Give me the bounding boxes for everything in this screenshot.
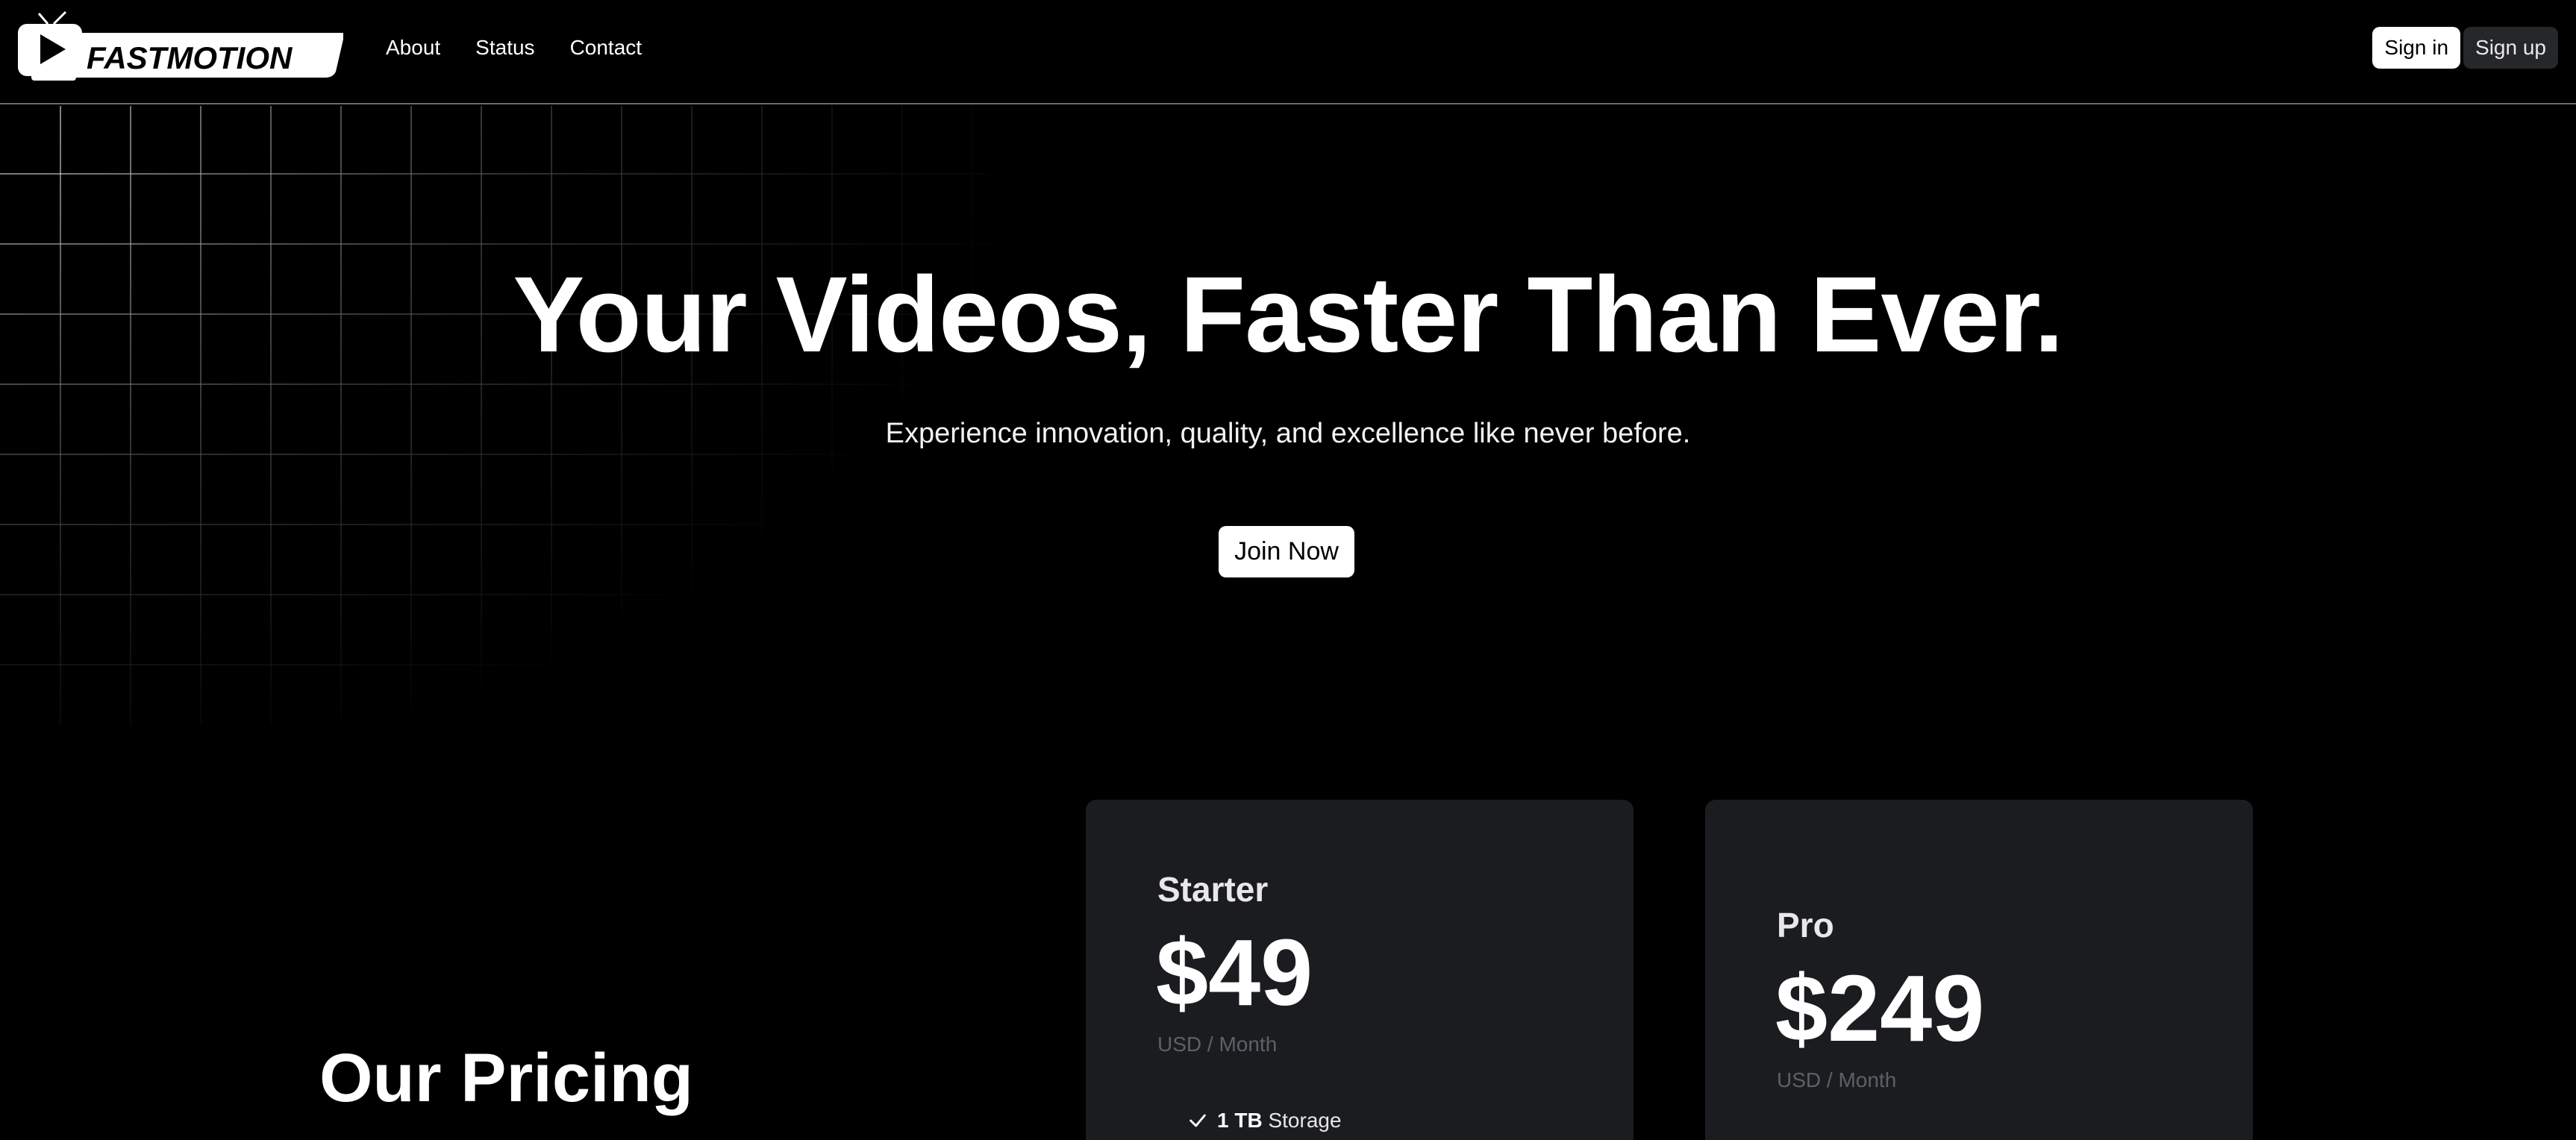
check-icon xyxy=(1189,1114,1206,1127)
hero-title: Your Videos, Faster Than Ever. xyxy=(513,254,2063,375)
hero-subtitle: Experience innovation, quality, and exce… xyxy=(885,418,1691,449)
brand-logo[interactable]: FASTMOTION xyxy=(15,10,345,85)
sign-in-button[interactable]: Sign in xyxy=(2372,27,2461,69)
landing-page: FASTMOTION About Status Contact Sign in … xyxy=(0,0,2576,1140)
nav-link-status[interactable]: Status xyxy=(475,34,534,61)
plan-price: $49 xyxy=(1156,920,1313,1025)
plan-feature-label: Storage xyxy=(1268,1109,1342,1132)
nav-link-contact[interactable]: Contact xyxy=(570,34,643,61)
plan-price: $249 xyxy=(1775,956,1985,1061)
pricing-card-starter: Starter $49 USD / Month 1 TB Storage xyxy=(1086,800,1634,1140)
auth-buttons: Sign in Sign up xyxy=(2372,27,2558,69)
plan-price-unit: USD / Month xyxy=(1777,1068,1897,1092)
pricing-card-pro: Pro $249 USD / Month xyxy=(1705,800,2253,1140)
plan-name: Starter xyxy=(1157,870,1269,909)
hero-section: Your Videos, Faster Than Ever. Experienc… xyxy=(0,106,2576,725)
primary-nav: About Status Contact xyxy=(386,34,642,61)
join-now-button[interactable]: Join Now xyxy=(1219,526,1354,577)
brand-wordmark: FASTMOTION xyxy=(87,40,293,75)
sign-up-button[interactable]: Sign up xyxy=(2463,27,2558,69)
tv-play-icon: FASTMOTION xyxy=(18,10,345,81)
plan-feature: 1 TB Storage xyxy=(1187,1107,1342,1134)
nav-link-about[interactable]: About xyxy=(386,34,440,61)
plan-feature-amount: 1 TB xyxy=(1217,1109,1263,1132)
plan-name: Pro xyxy=(1777,906,1834,945)
top-nav: FASTMOTION About Status Contact Sign in … xyxy=(0,0,2576,104)
pricing-heading: Our Pricing xyxy=(319,1040,693,1116)
plan-price-unit: USD / Month xyxy=(1157,1033,1278,1056)
